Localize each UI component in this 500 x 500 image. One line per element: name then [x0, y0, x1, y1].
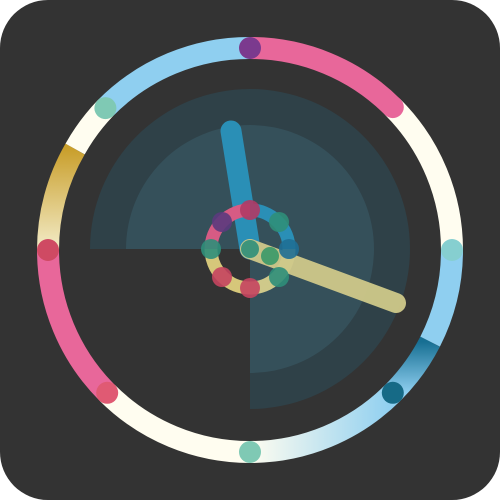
inner-marker-6	[212, 267, 232, 287]
marker-9	[37, 239, 59, 261]
marker-8	[96, 381, 119, 404]
inner-marker-1	[240, 200, 260, 220]
inner-marker-5	[240, 278, 260, 298]
center-marker-left	[241, 240, 259, 258]
inner-ring-markers	[201, 200, 299, 298]
marker-12	[239, 37, 261, 59]
marker-4	[381, 381, 404, 404]
inner-marker-2	[269, 212, 289, 232]
inner-marker-3	[279, 239, 299, 259]
clock-app-icon	[0, 0, 500, 500]
marker-10	[94, 97, 117, 120]
center-marker-right	[261, 247, 279, 265]
inner-marker-4	[269, 267, 289, 287]
marker-2	[381, 96, 404, 119]
marker-3	[441, 239, 463, 261]
inner-marker-8	[212, 212, 232, 232]
inner-marker-7	[201, 239, 221, 259]
marker-6	[239, 441, 261, 463]
